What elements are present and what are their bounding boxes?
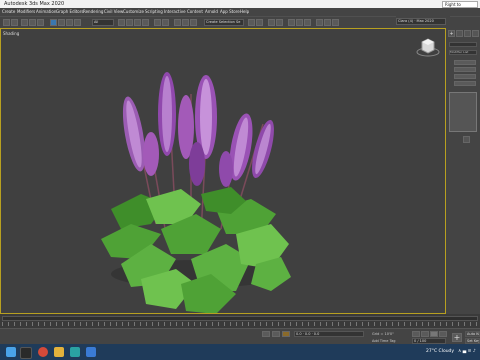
selection-lock-icon[interactable] xyxy=(262,331,270,337)
system-tray-icons[interactable]: ∧ ▄ ≡ ♪ xyxy=(458,349,476,354)
layer-explorer-icon[interactable] xyxy=(276,19,283,26)
snaps-toggle-icon[interactable] xyxy=(174,19,181,26)
modifier-list-dropdown[interactable]: Modifier List xyxy=(449,50,477,55)
align-icon[interactable] xyxy=(256,19,263,26)
create-tab-icon[interactable]: + xyxy=(448,30,455,37)
file-explorer-icon[interactable] xyxy=(54,347,64,357)
modifier-stack[interactable] xyxy=(449,92,477,132)
selection-filter-dropdown[interactable]: All xyxy=(92,19,114,26)
3ds-max-icon[interactable] xyxy=(70,347,80,357)
window-title: Autodesk 3ds Max 2020 xyxy=(4,1,65,7)
previous-frame-icon[interactable] xyxy=(421,331,429,337)
redo-icon[interactable] xyxy=(11,19,18,26)
chrome-icon[interactable] xyxy=(38,347,48,357)
scale-icon[interactable] xyxy=(134,19,141,26)
move-icon[interactable] xyxy=(118,19,125,26)
render-setup-icon[interactable] xyxy=(316,19,323,26)
next-frame-icon[interactable] xyxy=(439,331,447,337)
add-time-tag-text[interactable]: Add Time Tag xyxy=(372,339,396,343)
mirror-icon[interactable] xyxy=(248,19,255,26)
timeline xyxy=(0,314,480,328)
auto-key-button[interactable]: Auto Key xyxy=(465,331,480,337)
undo-icon[interactable] xyxy=(3,19,10,26)
command-panel: + Modifier List xyxy=(446,28,480,314)
use-pivot-icon[interactable] xyxy=(154,19,161,26)
modifier-button-2[interactable] xyxy=(454,67,476,72)
add-icon[interactable]: + xyxy=(452,333,462,342)
schematic-view-icon[interactable] xyxy=(296,19,303,26)
taskbar-app-icon[interactable] xyxy=(86,347,96,357)
isolate-icon[interactable] xyxy=(272,331,280,337)
render-production-icon[interactable] xyxy=(332,19,339,26)
window-crossing-icon[interactable] xyxy=(74,19,81,26)
material-editor-icon[interactable] xyxy=(304,19,311,26)
astilbe-plant-model[interactable] xyxy=(1,29,445,313)
account-area: Clara (4) · Max 2020 xyxy=(396,16,450,28)
perspective-viewport[interactable]: Shading xyxy=(0,28,446,314)
menu-interactive[interactable]: Interactive xyxy=(164,9,186,14)
windows-taskbar: 27°C Cloudy ∧ ▄ ≡ ♪ xyxy=(0,344,480,360)
motion-tab-icon[interactable] xyxy=(472,30,479,37)
placement-icon[interactable] xyxy=(142,19,149,26)
rotate-icon[interactable] xyxy=(126,19,133,26)
select-object-icon[interactable] xyxy=(50,19,57,26)
bind-space-warp-icon[interactable] xyxy=(37,19,44,26)
menu-animation[interactable]: Animation xyxy=(36,9,56,14)
menu-scripting[interactable]: Scripting xyxy=(145,9,163,14)
pin-stack-icon[interactable] xyxy=(463,136,470,143)
search-icon[interactable] xyxy=(20,347,32,359)
account-dropdown[interactable]: Clara (4) · Max 2020 xyxy=(396,18,446,25)
menu-arnold[interactable]: Arnold xyxy=(205,9,218,14)
command-panel-tabs: + xyxy=(448,30,479,38)
named-selection-set-dropdown[interactable]: Create Selection Se xyxy=(204,19,244,26)
viewcube-icon[interactable] xyxy=(416,36,440,58)
menu-content[interactable]: Content xyxy=(187,9,203,14)
select-by-name-icon[interactable] xyxy=(58,19,65,26)
time-slider[interactable] xyxy=(2,316,478,321)
menu-app-store[interactable]: App Store xyxy=(220,9,240,14)
go-to-start-icon[interactable] xyxy=(412,331,420,337)
modifier-button-4[interactable] xyxy=(454,81,476,86)
rendered-frame-window-icon[interactable] xyxy=(324,19,331,26)
menu-modifiers[interactable]: Modifiers xyxy=(17,9,35,14)
percent-snap-icon[interactable] xyxy=(190,19,197,26)
window-title-bar: Autodesk 3ds Max 2020 Right to xyxy=(0,0,480,8)
modifier-button-3[interactable] xyxy=(454,74,476,79)
link-icon[interactable] xyxy=(21,19,28,26)
weather-widget[interactable]: 27°C Cloudy xyxy=(426,349,454,354)
workspace-tab[interactable]: Right to xyxy=(442,1,478,8)
menu-create[interactable]: Create xyxy=(2,9,15,14)
grid-size-text: Grid = 10'0" xyxy=(372,332,394,336)
unlink-icon[interactable] xyxy=(29,19,36,26)
coordinate-display[interactable]: 0.0 · 0.0 · 0.0 xyxy=(294,331,364,337)
menu-graph-editors[interactable]: Graph Editors xyxy=(56,9,83,14)
object-name-field[interactable] xyxy=(449,42,477,47)
menu-rendering[interactable]: Rendering xyxy=(83,9,103,14)
region-select-icon[interactable] xyxy=(66,19,73,26)
select-manipulate-icon[interactable] xyxy=(162,19,169,26)
modifier-button-1[interactable] xyxy=(454,60,476,65)
angle-snap-icon[interactable] xyxy=(182,19,189,26)
menu-help[interactable]: Help xyxy=(240,9,249,14)
track-bar[interactable] xyxy=(2,322,478,326)
status-bar: 0.0 · 0.0 · 0.0 Grid = 10'0" Add Time Ta… xyxy=(0,328,480,345)
curve-editor-icon[interactable] xyxy=(288,19,295,26)
flower-plumes xyxy=(122,72,274,187)
scene-explorer-icon[interactable] xyxy=(268,19,275,26)
play-icon[interactable] xyxy=(430,331,438,337)
foliage xyxy=(101,187,291,313)
absolute-mode-icon[interactable] xyxy=(282,331,290,337)
windows-start-icon[interactable] xyxy=(6,347,16,357)
hierarchy-tab-icon[interactable] xyxy=(464,30,471,37)
menu-bar: Create Modifiers Animation Graph Editors… xyxy=(0,8,480,16)
menu-civil-view[interactable]: Civil View xyxy=(104,9,123,14)
modify-tab-icon[interactable] xyxy=(456,30,463,37)
menu-customize[interactable]: Customize xyxy=(123,9,144,14)
